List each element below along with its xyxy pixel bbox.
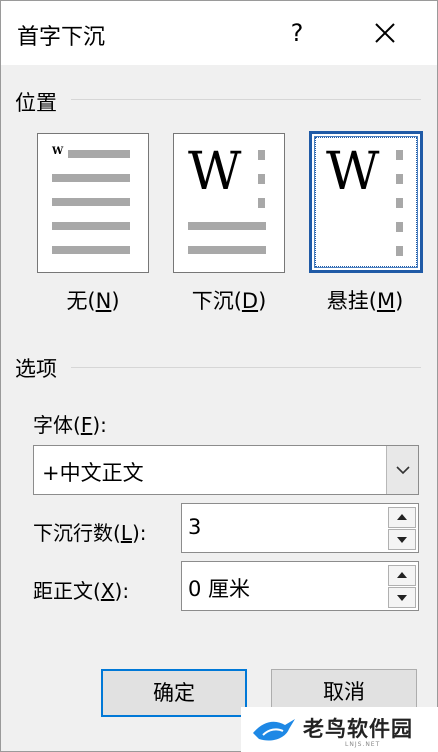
font-combobox[interactable]: +中文正文 (33, 445, 419, 495)
position-group-divider (71, 99, 421, 100)
ok-button[interactable]: 确定 (101, 669, 247, 717)
preview-line (396, 198, 403, 208)
position-label-none: 无(N) (66, 289, 120, 313)
preview-line (52, 198, 130, 206)
chevron-down-icon (396, 466, 410, 475)
dialog-title: 首字下沉 (17, 25, 106, 50)
drop-letter: W (326, 142, 380, 202)
position-label-dropped: 下沉(D) (191, 289, 267, 313)
drop-cap-dialog: 首字下沉 ? 位置 W 无(N) W 下沉(D) W 悬挂(M) 选项 字体(F… (0, 0, 438, 752)
preview-line (396, 174, 403, 184)
preview-line (258, 150, 265, 160)
preview-line (68, 150, 130, 158)
title-bar: 首字下沉 ? (1, 1, 437, 65)
position-option-dropped[interactable]: W (173, 133, 285, 273)
distance-from-text-spinner[interactable]: 0 厘米 (181, 561, 419, 611)
small-drop-letter: W (52, 146, 64, 157)
lines-to-drop-value: 3 (188, 515, 202, 539)
preview-line (188, 222, 266, 230)
preview-line (396, 150, 403, 160)
preview-line (258, 198, 265, 208)
position-label-in-margin: 悬挂(M) (326, 289, 404, 313)
preview-line (258, 174, 265, 184)
help-button[interactable]: ? (271, 11, 323, 55)
preview-line (188, 246, 266, 254)
preview-line (396, 222, 403, 232)
distance-from-text-decrement[interactable] (388, 587, 416, 608)
distance-from-text-value: 0 厘米 (188, 577, 251, 601)
position-group-label: 位置 (15, 91, 57, 115)
position-option-in-margin[interactable]: W (309, 131, 423, 273)
lines-to-drop-label: 下沉行数(L): (33, 521, 147, 545)
options-group-divider (71, 367, 421, 368)
font-label: 字体(F): (33, 413, 107, 437)
lines-to-drop-increment[interactable] (388, 507, 416, 528)
bird-logo-icon (253, 719, 295, 741)
preview-line (52, 174, 130, 182)
position-option-none[interactable]: W (37, 133, 149, 273)
distance-from-text-label: 距正文(X): (33, 579, 130, 603)
close-icon (375, 23, 395, 43)
font-value: +中文正文 (42, 461, 144, 485)
triangle-up-icon (397, 514, 407, 520)
watermark: 老鸟软件园 LNJS.NET (241, 707, 438, 752)
options-group-label: 选项 (15, 357, 57, 381)
preview-line (52, 222, 130, 230)
close-button[interactable] (355, 11, 415, 55)
font-dropdown-button[interactable] (386, 446, 418, 494)
lines-to-drop-spinner[interactable]: 3 (181, 503, 419, 553)
lines-to-drop-decrement[interactable] (388, 529, 416, 550)
preview-line (396, 246, 403, 256)
watermark-text: 老鸟软件园 (303, 717, 413, 741)
drop-letter: W (188, 142, 242, 202)
triangle-down-icon (397, 537, 407, 543)
watermark-subtext: LNJS.NET (345, 741, 381, 748)
distance-from-text-increment[interactable] (388, 565, 416, 586)
preview-line (52, 246, 130, 254)
triangle-up-icon (397, 572, 407, 578)
triangle-down-icon (397, 595, 407, 601)
